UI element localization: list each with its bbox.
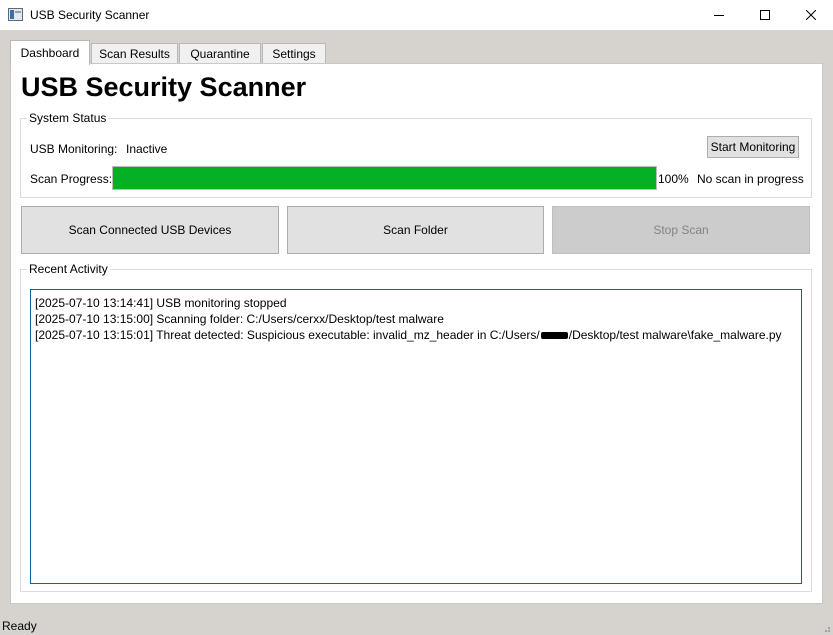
- scan-progress-fill: [113, 167, 656, 189]
- log-line: [2025-07-10 13:14:41] USB monitoring sto…: [35, 296, 287, 310]
- page-title: USB Security Scanner: [21, 72, 307, 102]
- maximize-icon: [760, 10, 770, 20]
- system-status-title: System Status: [27, 111, 109, 125]
- scan-folder-button[interactable]: Scan Folder: [287, 206, 544, 254]
- log-line: [2025-07-10 13:15:00] Scanning folder: C…: [35, 312, 444, 326]
- close-button[interactable]: [788, 0, 833, 30]
- usb-monitoring-label: USB Monitoring:: [30, 142, 118, 156]
- scan-usb-devices-button[interactable]: Scan Connected USB Devices: [21, 206, 279, 254]
- resize-grip-icon[interactable]: [821, 623, 831, 633]
- window-title: USB Security Scanner: [30, 8, 150, 22]
- close-icon: [806, 10, 816, 20]
- stop-scan-button[interactable]: Stop Scan: [552, 206, 810, 254]
- start-monitoring-button[interactable]: Start Monitoring: [707, 136, 799, 158]
- tab-settings[interactable]: Settings: [262, 43, 326, 64]
- scan-progress-bar: [112, 166, 657, 190]
- window-client-area: Dashboard Scan Results Quarantine Settin…: [0, 30, 833, 635]
- app-icon: [8, 8, 23, 21]
- system-status-group: System Status USB Monitoring: Inactive S…: [20, 111, 812, 198]
- log-line: [2025-07-10 13:15:01] Threat detected: S…: [35, 327, 797, 343]
- log-line-text: [2025-07-10 13:15:01] Threat detected: S…: [35, 328, 540, 342]
- status-bar: Ready: [0, 615, 833, 635]
- title-bar: USB Security Scanner: [0, 0, 833, 30]
- usb-monitoring-status: Inactive: [126, 142, 168, 156]
- scan-progress-label: Scan Progress:: [30, 172, 113, 186]
- scan-progress-percent: 100%: [658, 172, 689, 186]
- maximize-button[interactable]: [742, 0, 788, 30]
- status-text: Ready: [2, 619, 37, 633]
- dashboard-panel: USB Security Scanner System Status USB M…: [10, 63, 823, 604]
- tab-dashboard[interactable]: Dashboard: [10, 40, 90, 65]
- minimize-button[interactable]: [696, 0, 742, 30]
- recent-activity-group: Recent Activity [2025-07-10 13:14:41] US…: [20, 262, 812, 592]
- redaction-mark: [540, 332, 568, 340]
- tab-quarantine[interactable]: Quarantine: [179, 43, 261, 64]
- activity-log[interactable]: [2025-07-10 13:14:41] USB monitoring sto…: [30, 289, 802, 584]
- log-line-text: /Desktop/test malware\fake_malware.py: [568, 328, 782, 342]
- recent-activity-title: Recent Activity: [27, 262, 110, 276]
- scan-progress-status: No scan in progress: [697, 172, 804, 186]
- tab-scan-results[interactable]: Scan Results: [91, 43, 178, 64]
- minimize-icon: [714, 15, 724, 16]
